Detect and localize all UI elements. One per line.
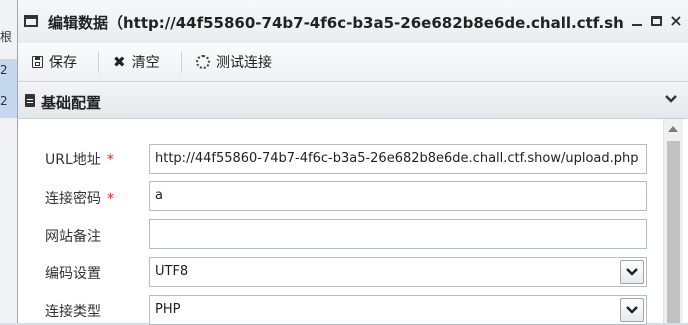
basic-config-form: URL地址 * http://44f55860-74b7-4f6c-b3a5-26…: [18, 119, 662, 325]
save-button-label: 保存: [49, 55, 77, 71]
background-text: 2: [0, 94, 8, 108]
clear-button[interactable]: ✖ 清空: [113, 51, 160, 73]
password-field[interactable]: a: [149, 181, 647, 211]
background-text: 根: [0, 30, 13, 44]
section-title: 基础配置: [41, 94, 102, 112]
site-note-label: 网站备注: [45, 229, 101, 245]
close-icon: ✖: [113, 53, 126, 71]
test-connection-label: 测试连接: [216, 55, 272, 71]
floppy-disk-icon: [32, 56, 43, 68]
title-bar[interactable]: 编辑数据（http://44f55860-74b7-4f6c-b3a5-26e6…: [18, 0, 688, 44]
spinner-icon: [196, 55, 210, 69]
required-mark: *: [107, 191, 114, 207]
save-button[interactable]: 保存: [32, 51, 77, 73]
window-icon: [24, 15, 38, 27]
close-icon[interactable]: ×: [669, 13, 683, 29]
password-label: 连接密码 *: [45, 191, 114, 207]
chevron-down-icon[interactable]: [620, 260, 644, 284]
url-label: URL地址 *: [45, 152, 114, 168]
scrollbar-thumb[interactable]: [667, 141, 680, 323]
toolbar: 保存 ✖ 清空 测试连接: [18, 43, 688, 82]
background-text: 2: [0, 63, 8, 77]
test-connection-button[interactable]: 测试连接: [196, 51, 272, 73]
encoding-value: UTF8: [155, 264, 189, 279]
edit-data-dialog: 编辑数据（http://44f55860-74b7-4f6c-b3a5-26e6…: [17, 0, 688, 325]
toolbar-divider: [98, 51, 99, 73]
window-title: 编辑数据（http://44f55860-74b7-4f6c-b3a5-26e6…: [48, 14, 623, 32]
clear-button-label: 清空: [131, 55, 160, 71]
url-field[interactable]: http://44f55860-74b7-4f6c-b3a5-26e682b8e…: [149, 144, 647, 174]
maximize-icon[interactable]: [650, 14, 664, 28]
chevron-down-icon[interactable]: [664, 92, 678, 106]
required-mark: *: [106, 152, 114, 168]
chevron-down-icon[interactable]: [620, 298, 644, 322]
minimize-icon[interactable]: [630, 14, 644, 28]
scroll-up-arrow-icon[interactable]: [668, 126, 678, 132]
connection-type-label: 连接类型: [45, 304, 101, 320]
vertical-scrollbar[interactable]: [663, 119, 683, 323]
connection-type-select[interactable]: PHP: [149, 295, 647, 325]
site-note-field[interactable]: [149, 219, 647, 249]
document-icon: [25, 94, 35, 107]
connection-type-value: PHP: [155, 302, 181, 317]
basic-config-section-header[interactable]: 基础配置: [18, 82, 688, 119]
encoding-select[interactable]: UTF8: [149, 257, 647, 287]
background-panel: 根 2 2: [0, 0, 18, 323]
encoding-label: 编码设置: [45, 266, 101, 282]
toolbar-divider: [181, 51, 182, 73]
